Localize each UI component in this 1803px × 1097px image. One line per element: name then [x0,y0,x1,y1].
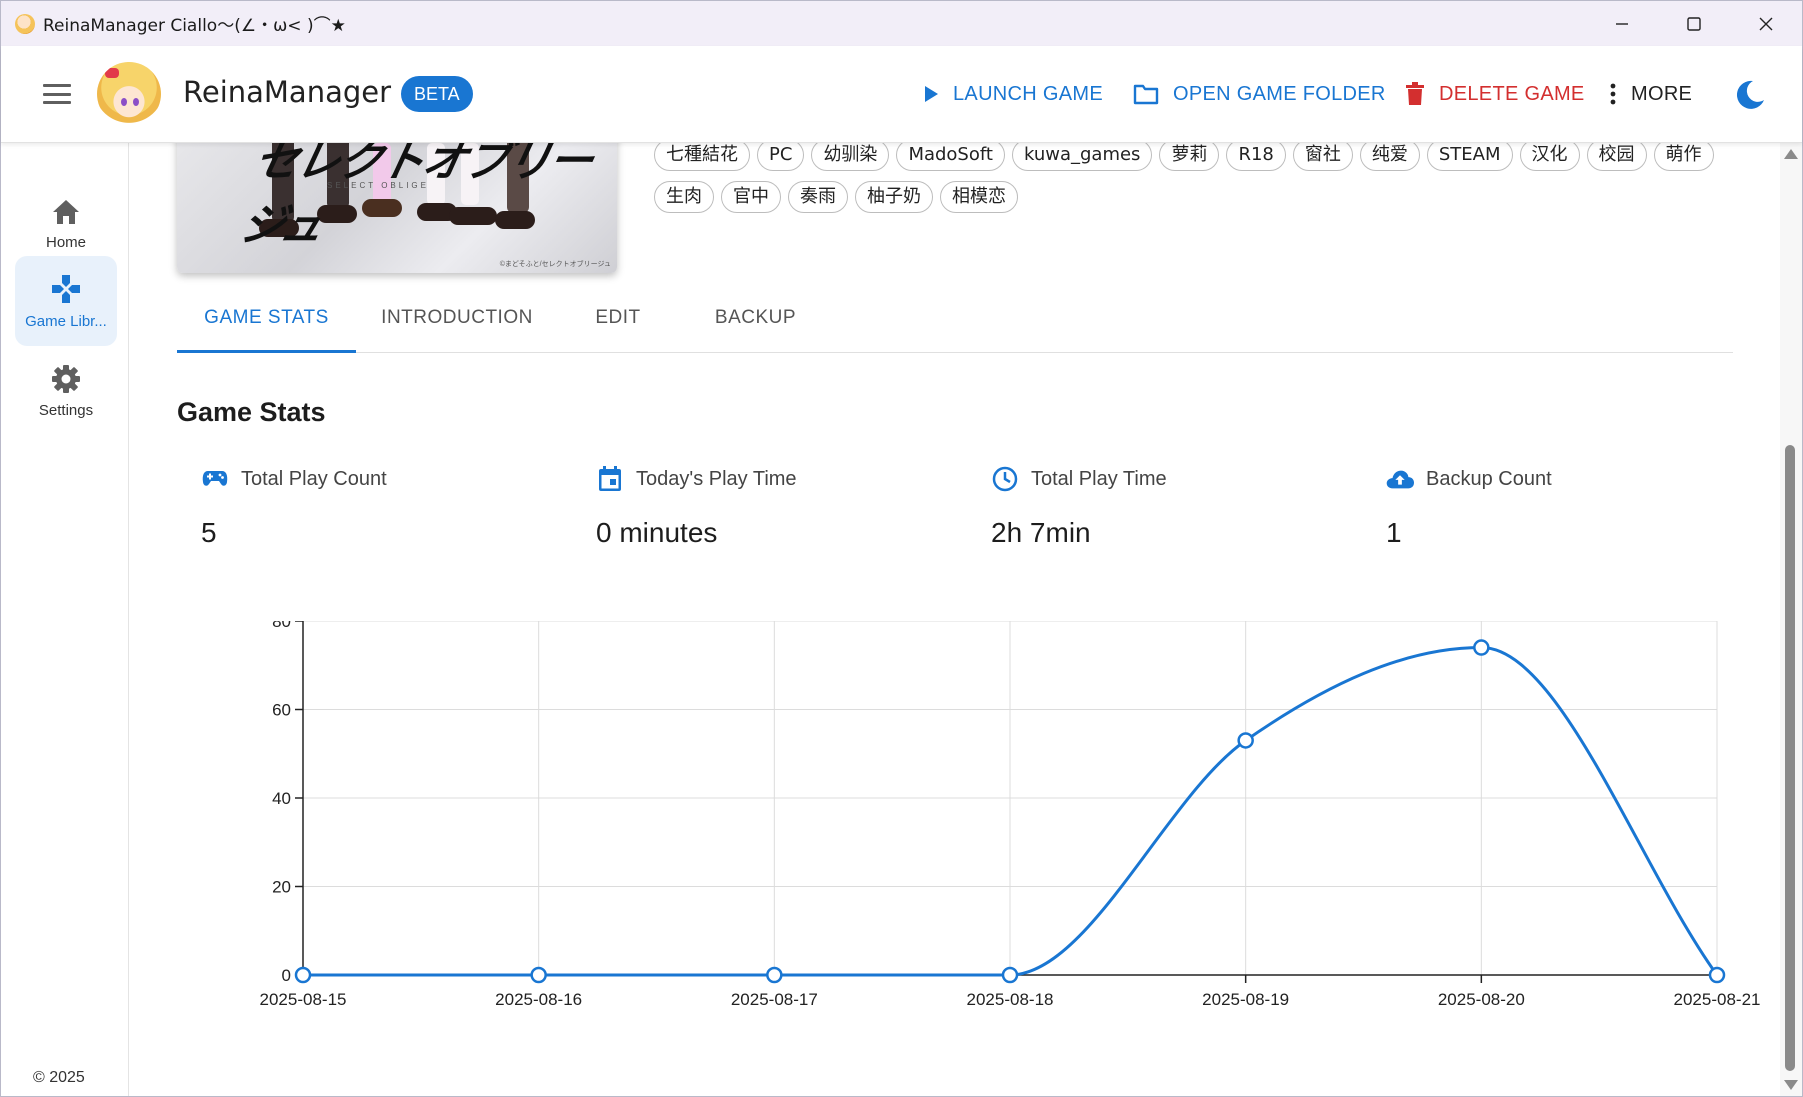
maximize-icon [1687,16,1701,31]
minimize-icon [1616,22,1628,25]
app-icon [15,13,35,34]
sidebar-item-label: Game Libr... [25,312,107,330]
stat-backup-count: Backup Count 1 [1386,463,1746,573]
play-icon [923,85,939,103]
close-icon [1759,17,1773,30]
data-point [1708,966,1726,984]
maximize-button[interactable] [1658,1,1730,46]
tab-bar: GAME STATS INTRODUCTION EDIT BACKUP [177,143,1733,353]
menu-button[interactable] [37,79,77,109]
beta-badge: BETA [401,76,473,112]
data-point [1001,966,1019,984]
home-icon [53,199,79,224]
window-controls [1586,1,1802,46]
y-tick-label: 40 [272,789,291,808]
sidebar-item-game-library[interactable]: Game Libr... [15,256,117,346]
tab-divider [177,352,1733,353]
play-time-chart: 0 20 40 60 80 2025-08-15 2025-08-16 2025-08-17 2… [177,612,1777,1091]
sidebar-item-settings[interactable]: Settings [15,346,117,436]
stat-today-play-time: Today's Play Time 0 minutes [596,463,956,573]
tab-introduction[interactable]: INTRODUCTION [356,283,558,353]
delete-game-button[interactable]: DELETE GAME [1405,76,1585,112]
delete-game-label: DELETE GAME [1439,82,1585,105]
gamepad-icon [201,465,229,493]
stat-label: Backup Count [1426,467,1552,490]
y-tick-label: 60 [272,701,291,720]
sidebar: Home Game Libr... Settings © 2025 [1,143,129,1096]
x-tick-label: 2025-08-21 [1674,990,1761,1009]
tab-edit[interactable]: EDIT [558,283,678,353]
scroll-up-arrow-icon[interactable] [1784,149,1798,159]
calendar-icon [596,465,624,493]
clock-icon [991,465,1019,493]
theme-toggle-button[interactable] [1733,78,1767,112]
data-point [766,966,783,984]
scrollbar[interactable] [1780,143,1802,1096]
active-tab-indicator [177,350,356,353]
copyright-text: © 2025 [33,1069,85,1086]
x-tick-label: 2025-08-18 [967,990,1054,1009]
y-tick-label: 20 [272,878,291,897]
open-game-folder-button[interactable]: OPEN GAME FOLDER [1133,76,1386,112]
data-point [1473,639,1490,656]
stat-total-play-count: Total Play Count 5 [201,463,561,573]
x-tick-label: 2025-08-15 [260,990,347,1009]
menu-icon [43,84,71,87]
stat-value: 5 [201,517,217,548]
folder-icon [1133,83,1159,105]
trash-icon [1405,82,1425,106]
title-bar: ReinaManager Ciallo～(∠・ω< )⌒★ [1,1,1802,46]
app-name: ReinaManager [183,75,392,109]
launch-game-label: LAUNCH GAME [953,82,1103,105]
data-point [1237,732,1254,749]
cloud-upload-icon [1386,465,1414,493]
gear-icon [52,364,80,393]
scroll-down-arrow-icon[interactable] [1784,1080,1798,1090]
more-vert-icon [1609,83,1617,105]
app-logo [97,62,161,126]
stat-value: 0 minutes [596,517,718,548]
data-point [294,966,312,984]
main-content: セレクトオブリージュ SELECT OBLIGE ©まどそふと/セレクトオブリー… [130,143,1780,1096]
stat-value: 2h 7min [991,517,1091,548]
tab-backup[interactable]: BACKUP [678,283,833,353]
more-button[interactable]: MORE [1609,76,1692,112]
stat-label: Total Play Time [1031,467,1167,490]
tab-game-stats[interactable]: GAME STATS [177,283,356,353]
launch-game-button[interactable]: LAUNCH GAME [923,76,1103,112]
y-tick-label: 80 [272,621,291,631]
stat-value: 1 [1386,517,1402,548]
data-point [530,966,547,984]
stat-label: Today's Play Time [636,467,797,490]
x-tick-label: 2025-08-16 [495,990,582,1009]
gamepad-icon [52,274,80,303]
sidebar-item-label: Settings [38,401,94,419]
app-window: ReinaManager Ciallo～(∠・ω< )⌒★ ReinaManag… [0,0,1803,1097]
open-game-folder-label: OPEN GAME FOLDER [1173,82,1386,105]
section-title: Game Stats [177,397,326,427]
stat-label: Total Play Count [241,467,387,490]
x-tick-label: 2025-08-19 [1202,990,1289,1009]
line-chart: 0 20 40 60 80 2025-08-15 2025-08-16 2025-08-17 2… [260,612,1761,1009]
close-button[interactable] [1730,1,1802,46]
stat-total-play-time: Total Play Time 2h 7min [991,463,1351,573]
window-title: ReinaManager Ciallo～(∠・ω< )⌒★ [43,16,346,36]
x-tick-label: 2025-08-20 [1438,990,1525,1009]
minimize-button[interactable] [1586,1,1658,46]
y-tick-label: 0 [282,966,291,985]
scroll-thumb[interactable] [1785,445,1795,1071]
x-tick-label: 2025-08-17 [731,990,818,1009]
more-label: MORE [1631,82,1693,105]
sidebar-item-label: Home [45,233,86,251]
moon-icon [1736,80,1764,109]
app-bar: ReinaManager BETA LAUNCH GAME OPEN GAME … [1,46,1802,143]
